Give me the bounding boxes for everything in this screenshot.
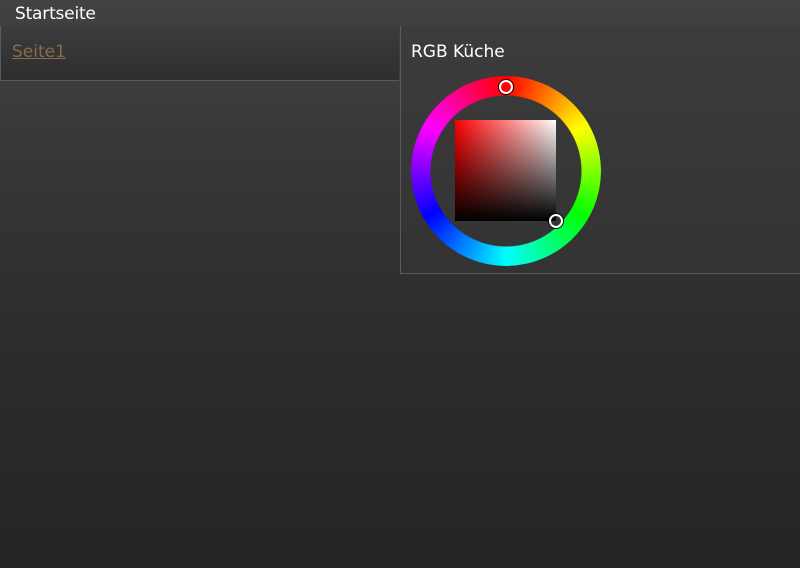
rgb-widget-title: RGB Küche [411, 42, 505, 62]
color-wheel[interactable] [411, 76, 601, 266]
rgb-widget: RGB Küche [400, 26, 800, 274]
nav-panel: Seite1 [0, 26, 399, 81]
saturation-value-handle[interactable] [549, 214, 563, 228]
nav-link-seite1[interactable]: Seite1 [12, 42, 66, 62]
page-title: Startseite [15, 4, 96, 24]
saturation-value-square[interactable] [455, 120, 556, 221]
hue-handle[interactable] [499, 80, 513, 94]
